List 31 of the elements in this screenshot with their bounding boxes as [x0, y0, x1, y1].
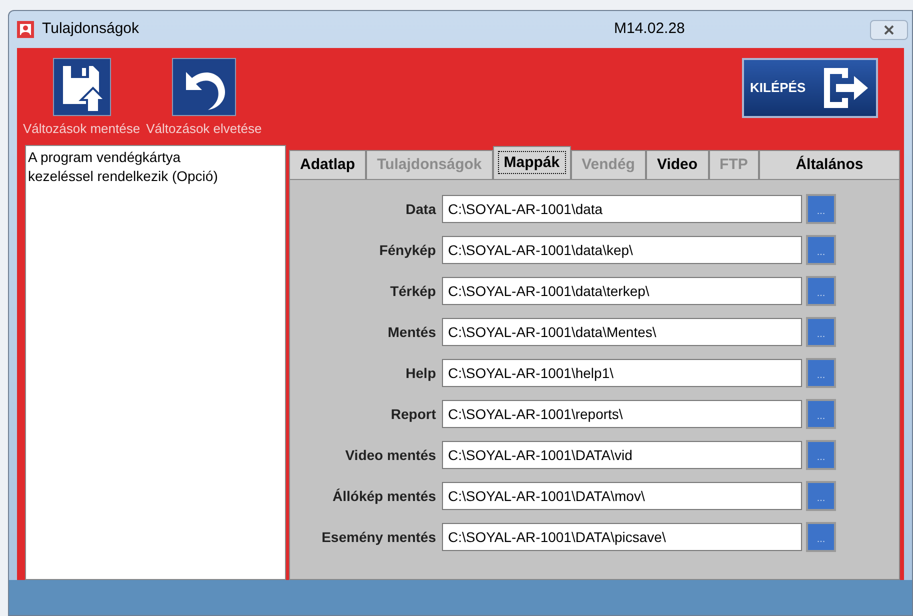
field-label: Fénykép	[378, 240, 437, 260]
path-field[interactable]: C:\SOYAL-AR-1001\data\terkep\	[442, 277, 802, 305]
info-text: A program vendégkártya kezeléssel rendelkezik (Opció)	[28, 148, 219, 186]
path-field[interactable]: C:\SOYAL-AR-1001\reports\	[442, 400, 802, 428]
app-icon	[17, 21, 34, 38]
field-label: Állókép mentés	[332, 486, 437, 506]
field-label: Térkép	[389, 282, 437, 301]
tab[interactable]: Adatlap	[289, 150, 366, 179]
undo-arrow-icon	[172, 58, 236, 116]
floppy-upload-icon	[52, 58, 111, 116]
tab[interactable]: Video	[646, 150, 709, 179]
tab[interactable]: Mappák	[492, 146, 571, 179]
tab[interactable]: Általános	[758, 150, 900, 179]
field-label: Mentés	[386, 322, 437, 342]
field-label: Help	[404, 364, 437, 383]
path-field[interactable]: C:\SOYAL-AR-1001\DATA\mov\	[442, 482, 802, 510]
path-field[interactable]: C:\SOYAL-AR-1001\DATA\picsave\	[442, 523, 802, 551]
field-label: Report	[390, 404, 437, 424]
version-label: M14.02.28	[614, 19, 685, 40]
field-label: Data	[404, 200, 438, 218]
close-icon	[884, 24, 894, 34]
close-button[interactable]	[870, 20, 908, 40]
field-label: Video mentés	[344, 446, 437, 464]
path-field[interactable]: C:\SOYAL-AR-1001\data\Mentes\	[442, 318, 802, 346]
exit-button[interactable]: KILÉPÉS	[742, 58, 878, 118]
window-title: Tulajdonságok	[42, 19, 140, 40]
path-field[interactable]: C:\SOYAL-AR-1001\help1\	[442, 359, 802, 387]
path-field[interactable]: C:\SOYAL-AR-1001\DATA\vid	[442, 441, 802, 469]
path-field[interactable]: C:\SOYAL-AR-1001\data	[442, 195, 802, 223]
field-label: Esemény mentés	[320, 528, 437, 547]
path-field[interactable]: C:\SOYAL-AR-1001\data\kep\	[442, 236, 802, 264]
